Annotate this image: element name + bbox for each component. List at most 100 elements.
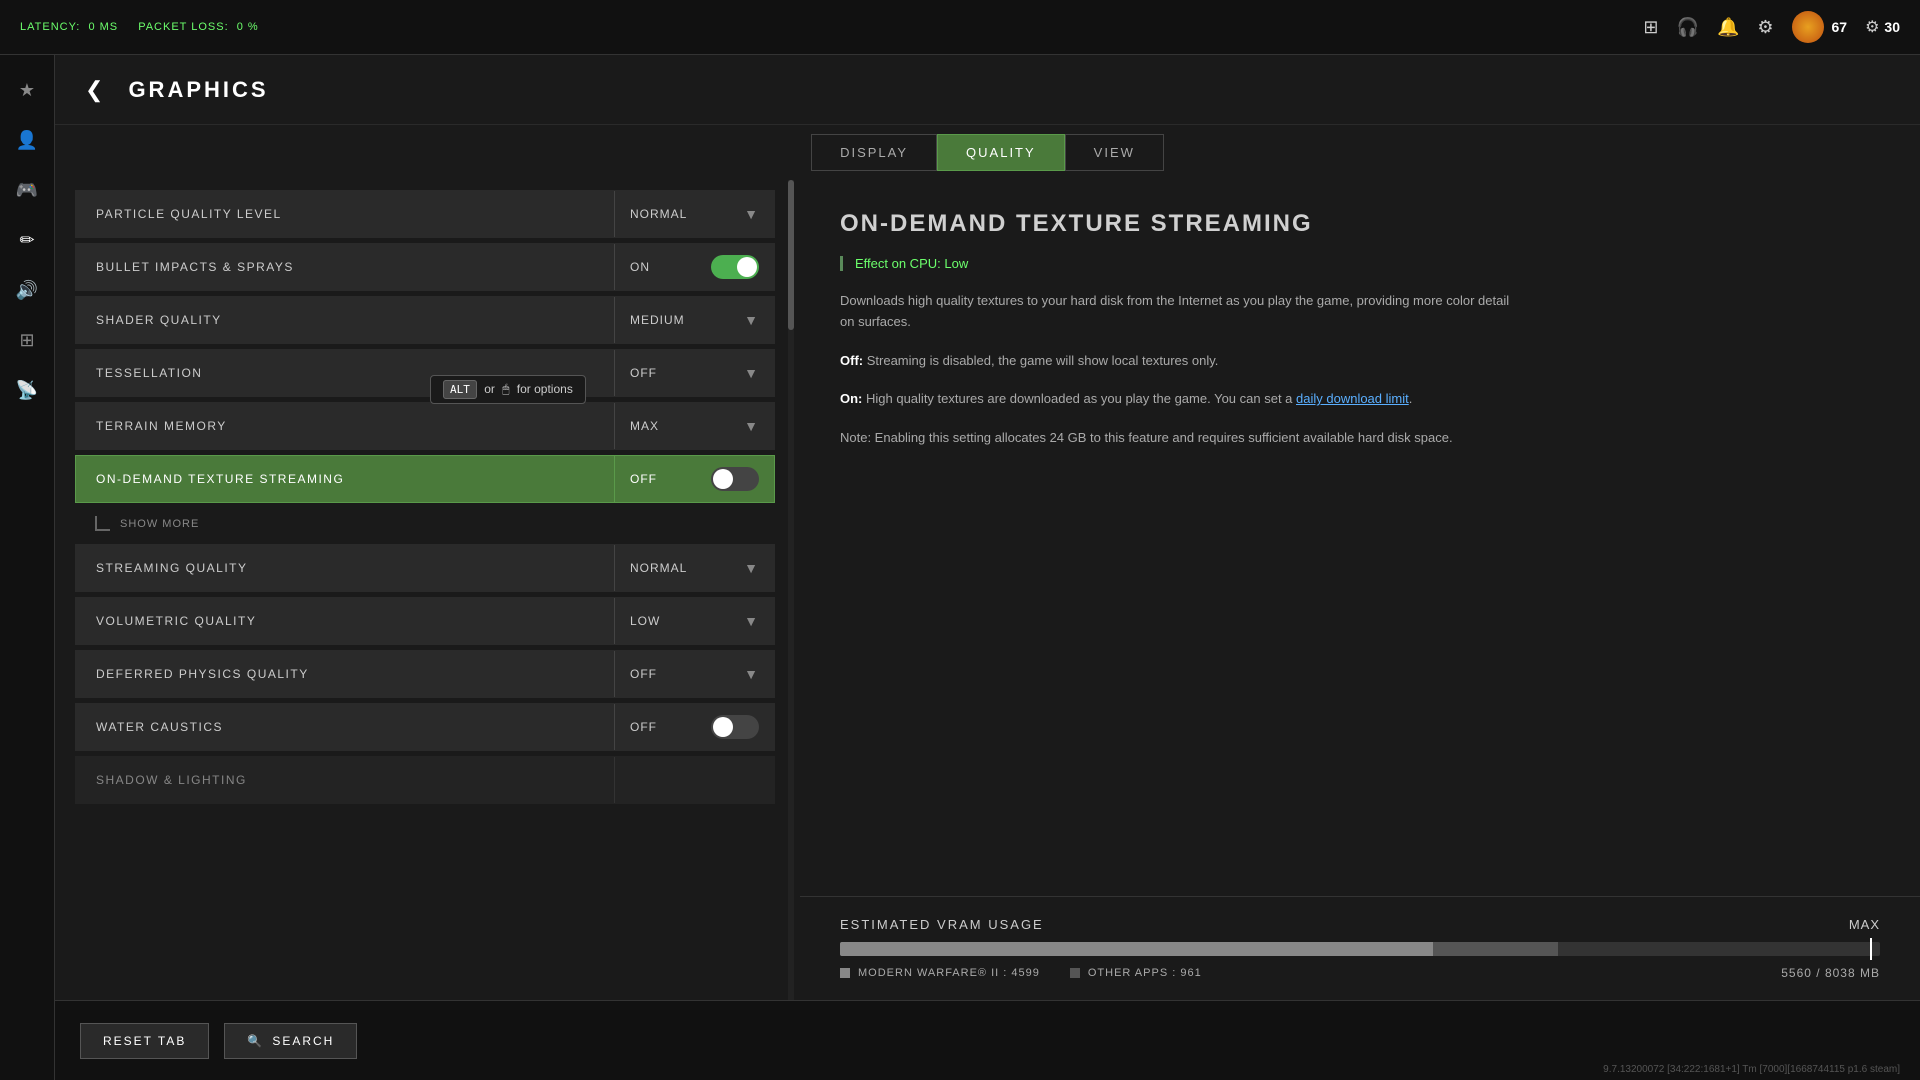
setting-label-shader-quality: SHADER QUALITY — [76, 313, 614, 327]
vram-legend: MODERN WARFARE® II : 4599 OTHER APPS : 9… — [840, 966, 1880, 980]
setting-row-shader-quality[interactable]: SHADER QUALITY MEDIUM ▼ — [75, 296, 775, 344]
user-area: 67 — [1792, 11, 1848, 43]
toggle-knob — [737, 257, 757, 277]
setting-row-shadow-lighting[interactable]: SHADOW & LIGHTING — [75, 756, 775, 804]
toggle-on-demand-texture[interactable] — [711, 467, 759, 491]
download-limit-link[interactable]: daily download limit — [1296, 391, 1409, 406]
scroll-thumb[interactable] — [788, 180, 794, 330]
tab-view[interactable]: VIEW — [1065, 134, 1164, 171]
tooltip-or: or — [484, 382, 495, 396]
sidebar-icon-audio[interactable]: 🔊 — [7, 270, 47, 310]
detail-panel: ON-DEMAND TEXTURE STREAMING Effect on CP… — [800, 180, 1920, 1000]
setting-row-particle-quality[interactable]: PARTICLE QUALITY LEVEL NORMAL ▼ — [75, 190, 775, 238]
setting-value-deferred-physics: OFF ▼ — [614, 651, 774, 697]
setting-label-particle-quality: PARTICLE QUALITY LEVEL — [76, 207, 614, 221]
detail-paragraph-0: Downloads high quality textures to your … — [840, 291, 1520, 333]
avatar — [1792, 11, 1824, 43]
setting-value-terrain-memory: MAX ▼ — [614, 403, 774, 449]
vram-bar-other — [1433, 942, 1558, 956]
setting-value-bullet-impacts: ON — [614, 244, 774, 290]
legend-mw: MODERN WARFARE® II : 4599 — [840, 967, 1040, 979]
setting-row-on-demand-texture[interactable]: ON-DEMAND TEXTURE STREAMING OFF — [75, 455, 775, 503]
setting-row-tessellation[interactable]: TESSELLATION OFF ▼ — [75, 349, 775, 397]
grid-icon[interactable]: ⊞ — [1643, 17, 1658, 38]
user-credits: 67 — [1832, 19, 1848, 35]
sidebar-icon-interface[interactable]: ⊞ — [7, 320, 47, 360]
setting-row-terrain-memory[interactable]: TERRAIN MEMORY MAX ▼ — [75, 402, 775, 450]
detail-paragraph-2: On: High quality textures are downloaded… — [840, 389, 1520, 410]
toggle-water-caustics[interactable] — [711, 715, 759, 739]
setting-row-streaming-quality[interactable]: STREAMING QUALITY NORMAL ▼ — [75, 544, 775, 592]
mouse-icon: 🖱 — [502, 382, 509, 396]
setting-row-bullet-impacts[interactable]: BULLET IMPACTS & SPRAYS ON — [75, 243, 775, 291]
indent-icon — [95, 516, 110, 531]
setting-value-particle-quality: NORMAL ▼ — [614, 191, 774, 237]
toggle-knob — [713, 469, 733, 489]
search-button[interactable]: 🔍 SEARCH — [224, 1023, 357, 1059]
latency-value: 0 MS — [88, 21, 118, 33]
legend-dot-mw — [840, 968, 850, 978]
toggle-bullet-impacts[interactable] — [711, 255, 759, 279]
notification-icon[interactable]: 🔔 — [1717, 17, 1739, 38]
sidebar-icon-network[interactable]: 📡 — [7, 370, 47, 410]
cpu-effect: Effect on CPU: Low — [840, 256, 1880, 271]
sidebar-icon-favorites[interactable]: ★ — [7, 70, 47, 110]
setting-value-water-caustics: OFF — [614, 704, 774, 750]
cp-credits: 30 — [1884, 19, 1900, 35]
legend-other: OTHER APPS : 961 — [1070, 967, 1202, 979]
detail-title: ON-DEMAND TEXTURE STREAMING — [840, 210, 1880, 238]
tab-display[interactable]: DISPLAY — [811, 134, 937, 171]
search-label: SEARCH — [272, 1034, 334, 1048]
detail-paragraph-3: Note: Enabling this setting allocates 24… — [840, 428, 1520, 449]
vram-max: MAX — [1849, 917, 1880, 932]
setting-value-shadow-lighting — [614, 757, 774, 803]
legend-mw-label: MODERN WARFARE® II : 4599 — [858, 967, 1040, 979]
chevron-icon: ▼ — [744, 666, 759, 682]
setting-label-terrain-memory: TERRAIN MEMORY — [76, 419, 614, 433]
chevron-icon: ▼ — [744, 613, 759, 629]
topbar-left: LATENCY: 0 MS PACKET LOSS: 0 % — [20, 21, 259, 33]
show-more-row[interactable]: SHOW MORE — [75, 508, 775, 539]
page-title: GRAPHICS — [128, 77, 268, 103]
tooltip-suffix: for options — [517, 382, 573, 396]
cp-area: ⚙ 30 — [1865, 17, 1900, 37]
setting-label-on-demand-texture: ON-DEMAND TEXTURE STREAMING — [76, 472, 614, 486]
tab-quality[interactable]: QUALITY — [937, 134, 1065, 171]
legend-dot-other — [1070, 968, 1080, 978]
sidebar-icon-graphics[interactable]: ✏ — [7, 220, 47, 260]
topbar-right: ⊞ 🎧 🔔 ⚙ 67 ⚙ 30 — [1643, 11, 1900, 43]
topbar: LATENCY: 0 MS PACKET LOSS: 0 % ⊞ 🎧 🔔 ⚙ 6… — [0, 0, 1920, 55]
packet-loss-label: PACKET LOSS: — [138, 21, 228, 33]
sidebar-icon-controller[interactable]: 🎮 — [7, 170, 47, 210]
left-sidebar: ★ 👤 🎮 ✏ 🔊 ⊞ 📡 — [0, 55, 55, 1080]
latency-label: LATENCY: — [20, 21, 80, 33]
tab-bar: DISPLAY QUALITY VIEW — [55, 125, 1920, 180]
settings-icon[interactable]: ⚙ — [1757, 17, 1773, 38]
detail-paragraph-1: Off: Streaming is disabled, the game wil… — [840, 351, 1520, 372]
setting-label-water-caustics: WATER CAUSTICS — [76, 720, 614, 734]
sidebar-icon-player[interactable]: 👤 — [7, 120, 47, 160]
setting-row-deferred-physics[interactable]: DEFERRED PHYSICS QUALITY OFF ▼ — [75, 650, 775, 698]
chevron-icon: ▼ — [744, 312, 759, 328]
setting-label-streaming-quality: STREAMING QUALITY — [76, 561, 614, 575]
scroll-track[interactable] — [788, 180, 794, 1000]
vram-marker — [1870, 938, 1872, 960]
setting-row-water-caustics[interactable]: WATER CAUSTICS OFF — [75, 703, 775, 751]
packet-loss-value: 0 % — [237, 21, 259, 33]
headset-icon[interactable]: 🎧 — [1677, 17, 1699, 38]
vram-header: ESTIMATED VRAM USAGE MAX — [840, 917, 1880, 932]
setting-value-volumetric-quality: LOW ▼ — [614, 598, 774, 644]
vram-area: ESTIMATED VRAM USAGE MAX MODERN WARFARE®… — [800, 896, 1920, 1000]
setting-label-bullet-impacts: BULLET IMPACTS & SPRAYS — [76, 260, 614, 274]
setting-label-volumetric-quality: VOLUMETRIC QUALITY — [76, 614, 614, 628]
chevron-icon: ▼ — [744, 418, 759, 434]
reset-tab-button[interactable]: RESET TAB — [80, 1023, 209, 1059]
setting-label-deferred-physics: DEFERRED PHYSICS QUALITY — [76, 667, 614, 681]
setting-value-tessellation: OFF ▼ — [614, 350, 774, 396]
toggle-knob — [713, 717, 733, 737]
chevron-icon: ▼ — [744, 560, 759, 576]
setting-row-volumetric-quality[interactable]: VOLUMETRIC QUALITY LOW ▼ — [75, 597, 775, 645]
vram-label: ESTIMATED VRAM USAGE — [840, 917, 1044, 932]
back-button[interactable]: ❮ — [85, 77, 103, 103]
show-more-label: SHOW MORE — [120, 518, 199, 530]
